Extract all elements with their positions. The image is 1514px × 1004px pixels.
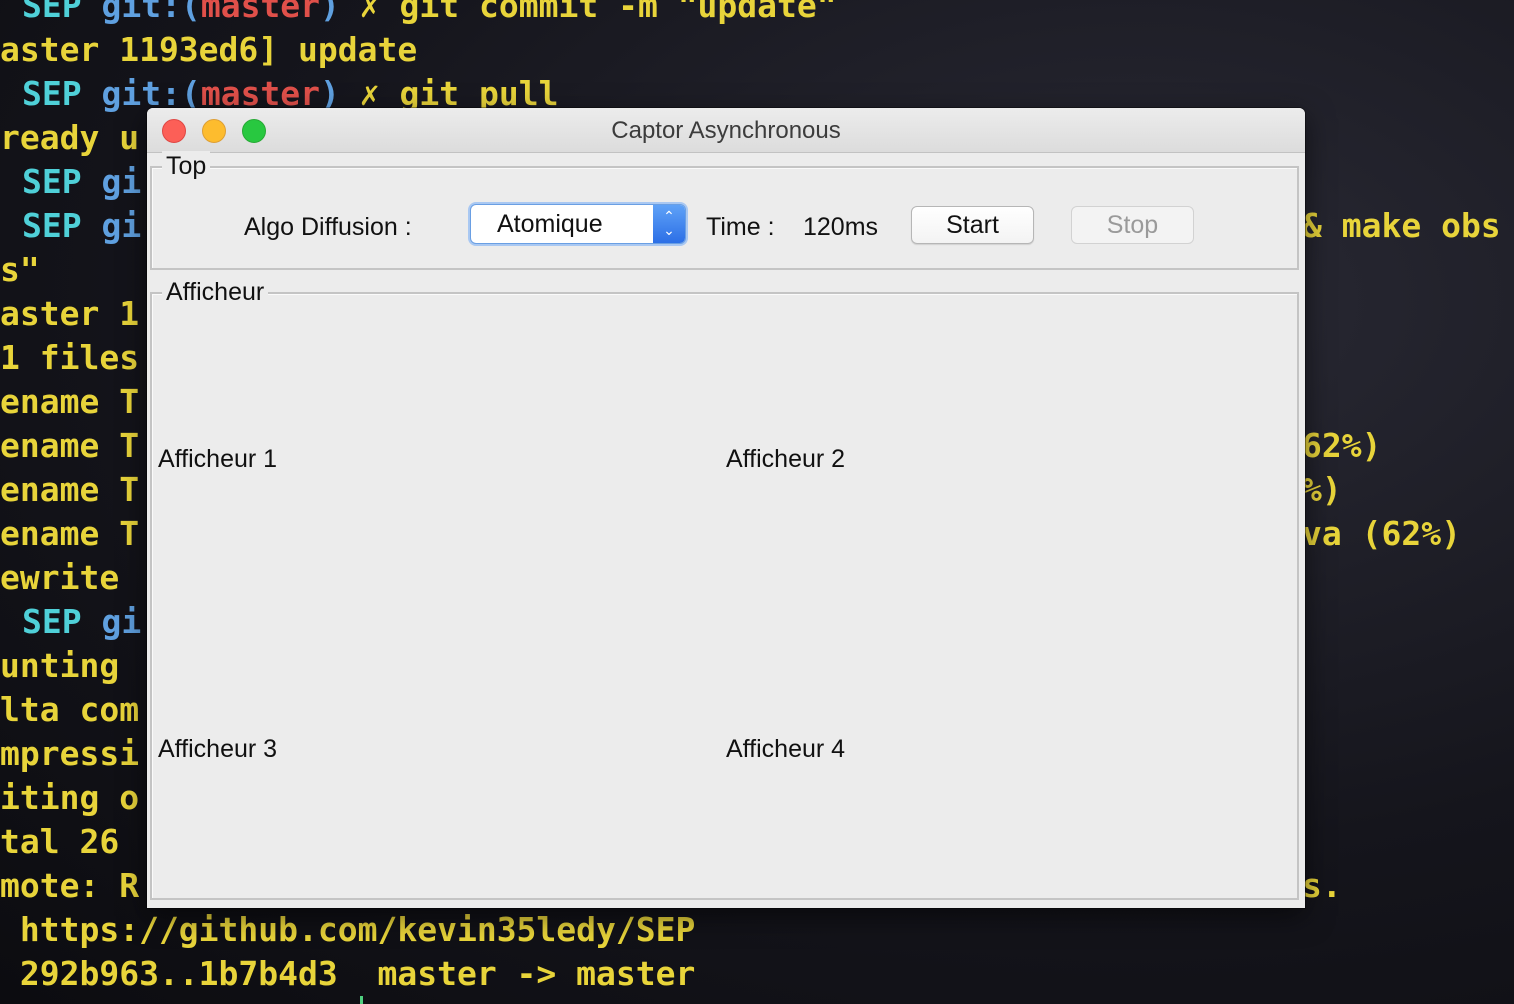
terminal-cursor — [360, 996, 363, 1004]
terminal-line: s" — [0, 250, 40, 289]
terminal-line: mpressi — [0, 734, 140, 773]
terminal-line: 1 files — [0, 338, 140, 377]
terminal-fragment: s. — [1302, 866, 1342, 905]
algo-diffusion-value: Atomique — [497, 210, 603, 238]
terminal-git: gi — [101, 206, 142, 245]
terminal-line: SEP gi — [22, 204, 141, 248]
terminal-line: SEP git:(master) ✗ git commit -m "update… — [22, 0, 837, 28]
terminal-line: aster 1 — [0, 294, 140, 333]
terminal-line: ename T — [0, 470, 140, 509]
terminal-prompt: SEP — [22, 206, 82, 245]
time-label: Time : — [706, 213, 775, 241]
terminal-line: ename T — [0, 382, 140, 421]
title-bar[interactable]: Captor Asynchronous — [147, 108, 1305, 153]
terminal-git-close: ) — [320, 0, 340, 25]
terminal-prompt: SEP — [22, 602, 82, 641]
terminal-line: aster 1193ed6] update — [0, 30, 418, 69]
terminal-line: lta com — [0, 690, 140, 729]
algo-diffusion-label: Algo Diffusion : — [244, 213, 412, 241]
top-panel-title: Top — [162, 151, 211, 181]
afficheur-1-label: Afficheur 1 — [158, 445, 278, 473]
algo-diffusion-select[interactable]: Atomique ⌃ ⌄ — [470, 204, 686, 244]
terminal-line: ewrite — [0, 558, 120, 597]
terminal-line: iting o — [0, 778, 140, 817]
start-button[interactable]: Start — [911, 206, 1034, 244]
terminal-line: ename T — [0, 426, 140, 465]
terminal-line: 292b963..1b7b4d3 master -> master — [0, 954, 696, 993]
window-title: Captor Asynchronous — [611, 117, 841, 144]
terminal-line: mote: R — [0, 866, 140, 905]
terminal-line: SEP gi — [22, 160, 141, 204]
terminal-line: https://github.com/kevin35ledy/SEP — [0, 910, 696, 949]
terminal-line: tal 26 — [0, 822, 120, 861]
terminal-line: ename T — [0, 514, 140, 553]
terminal-prompt: SEP — [22, 162, 82, 201]
terminal-fragment: & make obs — [1302, 206, 1501, 245]
afficheur-panel: Afficheur — [150, 277, 1299, 900]
terminal-line: ready u — [0, 118, 140, 157]
terminal-branch: master — [200, 0, 321, 25]
terminal-prompt: SEP — [22, 0, 82, 25]
terminal-git: gi — [101, 602, 142, 641]
terminal-git: gi — [101, 162, 142, 201]
afficheur-panel-title: Afficheur — [162, 277, 269, 307]
app-window: Captor Asynchronous Top Algo Diffusion :… — [147, 108, 1305, 908]
time-value: 120ms — [803, 213, 879, 241]
terminal-fragment: %) — [1302, 470, 1342, 509]
terminal-command: git commit -m "update" — [399, 0, 837, 25]
afficheur-3-label: Afficheur 3 — [158, 735, 278, 763]
afficheur-2-label: Afficheur 2 — [726, 445, 846, 473]
stop-button[interactable]: Stop — [1071, 206, 1194, 244]
terminal-line: unting — [0, 646, 120, 685]
terminal-line: SEP gi — [22, 600, 141, 644]
terminal-git: git:( — [101, 0, 201, 25]
terminal-fragment: 62%) — [1302, 426, 1382, 465]
afficheur-4-label: Afficheur 4 — [726, 735, 846, 763]
terminal-dirty-mark: ✗ — [359, 0, 380, 25]
terminal-fragment: va (62%) — [1302, 514, 1461, 553]
terminal-prompt: SEP — [22, 74, 82, 113]
up-down-chevron-icon[interactable]: ⌃ ⌄ — [653, 205, 685, 243]
